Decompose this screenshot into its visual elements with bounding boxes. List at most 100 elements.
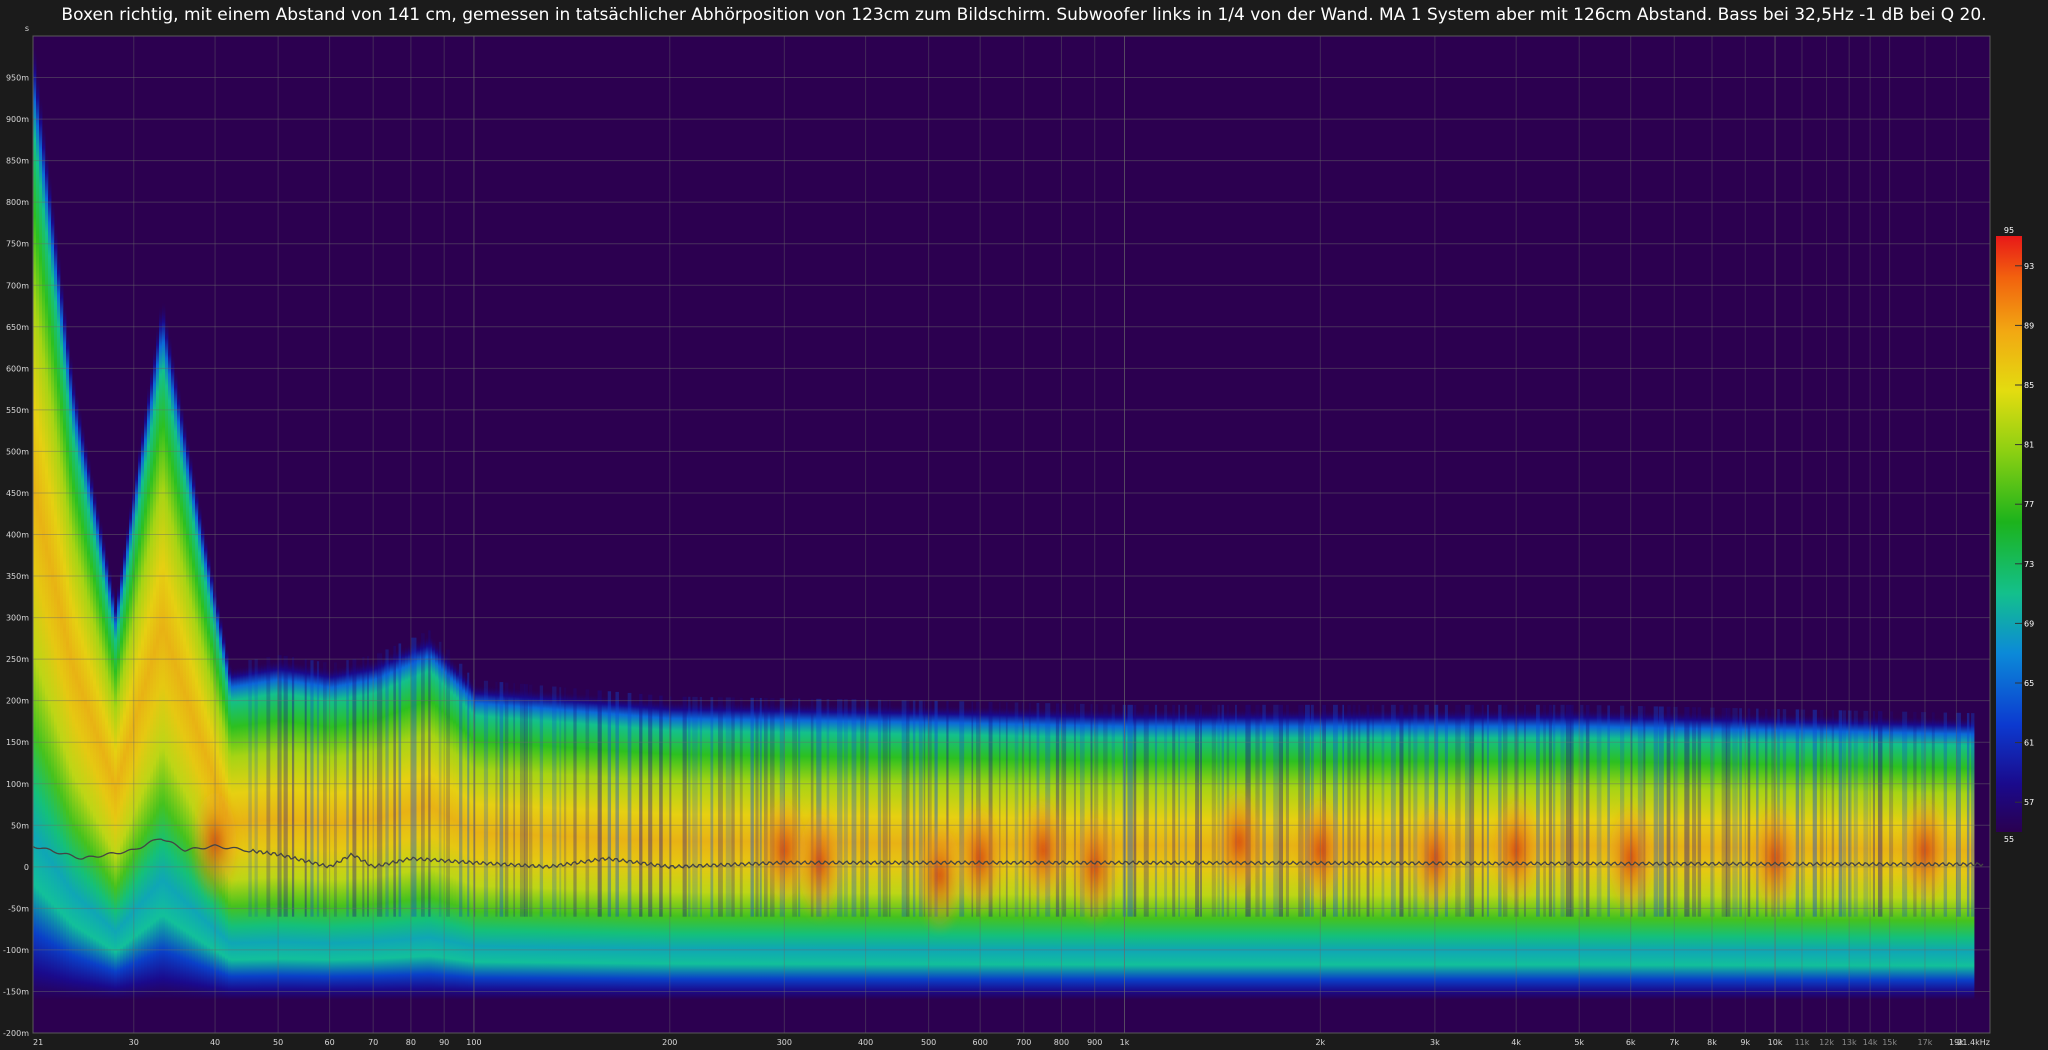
spectrogram-column	[678, 700, 682, 1000]
spectrogram-column	[1701, 711, 1705, 1000]
spectrogram-column	[1011, 706, 1015, 1000]
decay-stripe	[1697, 707, 1702, 917]
x-tick-label: 1k	[1120, 1038, 1130, 1047]
spectrogram-column	[570, 692, 574, 1000]
spectrogram-column	[747, 701, 751, 1000]
x-tick-label: 90	[439, 1038, 449, 1047]
decay-stripe	[1570, 704, 1574, 917]
decay-stripe	[1127, 704, 1133, 917]
x-tick-label: 100	[466, 1038, 481, 1047]
x-tick-label: 700	[1016, 1038, 1031, 1047]
x-tick-label: 60	[325, 1038, 335, 1047]
x-tick-label: 70	[368, 1038, 378, 1047]
y-unit-label: s	[25, 24, 29, 33]
x-tick-label: 13k	[1842, 1038, 1857, 1047]
decay-stripe	[692, 696, 698, 917]
colorbar-tick-label: 73	[2024, 560, 2034, 569]
spectrogram-column	[561, 691, 565, 1000]
spectrogram-column	[288, 660, 292, 1000]
spectrogram-column	[81, 423, 85, 1000]
spectrogram-column	[174, 368, 178, 1000]
decay-stripe	[1154, 704, 1158, 917]
decay-stripe	[310, 660, 314, 917]
colorbar-tick-label: 69	[2024, 619, 2034, 628]
spectrogram-column	[123, 543, 127, 1000]
decay-stripe	[607, 691, 612, 917]
spectrogram-column	[1806, 713, 1810, 1000]
spectrogram-column	[300, 662, 304, 1000]
decay-stripe	[283, 655, 288, 917]
decay-stripe	[1853, 710, 1858, 917]
spectrogram-column	[1869, 715, 1873, 1000]
decay-stripe	[398, 643, 402, 917]
spectrogram-column	[162, 300, 166, 1000]
spectrogram-column	[654, 699, 658, 1000]
spectrogram-column	[66, 327, 70, 1000]
decay-stripe	[1164, 704, 1168, 917]
spectrogram-column	[51, 198, 55, 1000]
spectrogram-column	[1374, 708, 1378, 1000]
decay-stripe	[844, 699, 848, 917]
spectrogram-column	[198, 503, 202, 1000]
decay-stripe	[1971, 713, 1975, 917]
decay-stripe	[1358, 704, 1361, 917]
spectrogram-column	[405, 644, 409, 1000]
decay-stripe	[1838, 710, 1843, 917]
spectrogram-column	[549, 690, 553, 1000]
spectrogram-column	[261, 662, 265, 1000]
decay-stripe	[1684, 707, 1690, 917]
decay-stripe	[446, 649, 450, 917]
decay-stripe	[659, 695, 663, 917]
decay-stripe	[304, 659, 307, 917]
spectrogram-column	[48, 173, 52, 1000]
decay-stripe	[1262, 704, 1266, 917]
spectrogram-column	[1461, 708, 1465, 1000]
decay-stripe	[421, 633, 425, 917]
decay-stripe	[1666, 706, 1671, 917]
spectrogram-column	[546, 690, 550, 1000]
colorbar-tick-label: 65	[2024, 679, 2034, 688]
decay-stripe	[483, 680, 489, 917]
decay-stripe	[585, 689, 590, 917]
spectrogram-column	[1590, 709, 1594, 1000]
decay-stripe	[648, 694, 653, 917]
spectrogram-column	[369, 659, 373, 1000]
spectrogram-column	[273, 659, 277, 1000]
spectrogram-column	[1557, 708, 1561, 1000]
y-tick-label: 500m	[6, 447, 29, 456]
colorbar-tick-label: 85	[2024, 381, 2034, 390]
spectrogram-column	[666, 700, 670, 1000]
decay-stripe	[352, 658, 357, 917]
y-tick-label: -100m	[3, 946, 29, 955]
spectrogram-column	[294, 661, 298, 1000]
spectrogram-column	[87, 455, 91, 1000]
decay-stripe	[1399, 704, 1404, 917]
y-tick-label: 850m	[6, 157, 29, 166]
decay-stripe	[1481, 704, 1484, 917]
x-tick-label: 21	[33, 1038, 43, 1047]
y-tick-label: 200m	[6, 697, 29, 706]
spectrogram-column	[357, 662, 361, 1000]
x-tick-label: 40	[210, 1038, 220, 1047]
spectrogram-column	[195, 486, 199, 1000]
decay-stripe	[877, 699, 882, 917]
spectrogram-column	[645, 698, 649, 1000]
spectrogram-column	[744, 701, 748, 1000]
decay-stripe	[731, 697, 735, 917]
spectrogram-column	[171, 351, 175, 1000]
spectrogram-column	[891, 704, 895, 1000]
decay-stripe	[346, 660, 349, 917]
decay-stripe	[393, 645, 396, 917]
spectrogram-column	[1593, 709, 1597, 1000]
x-axis: 21 30 40 50 60 70 80 90 100 200 300 400 500 600 700 800…	[33, 1038, 1990, 1047]
decay-stripe	[539, 685, 544, 917]
decay-stripe	[1172, 704, 1176, 917]
spectrogram-column	[510, 687, 514, 1000]
x-tick-label: 9k	[1740, 1038, 1750, 1047]
spectrogram-column	[870, 703, 874, 1000]
decay-stripe	[851, 699, 857, 917]
spectrogram-column	[1809, 713, 1813, 1000]
y-tick-label: 750m	[6, 240, 29, 249]
y-tick-label: 300m	[6, 614, 29, 623]
spectrogram-column	[1137, 708, 1141, 1000]
